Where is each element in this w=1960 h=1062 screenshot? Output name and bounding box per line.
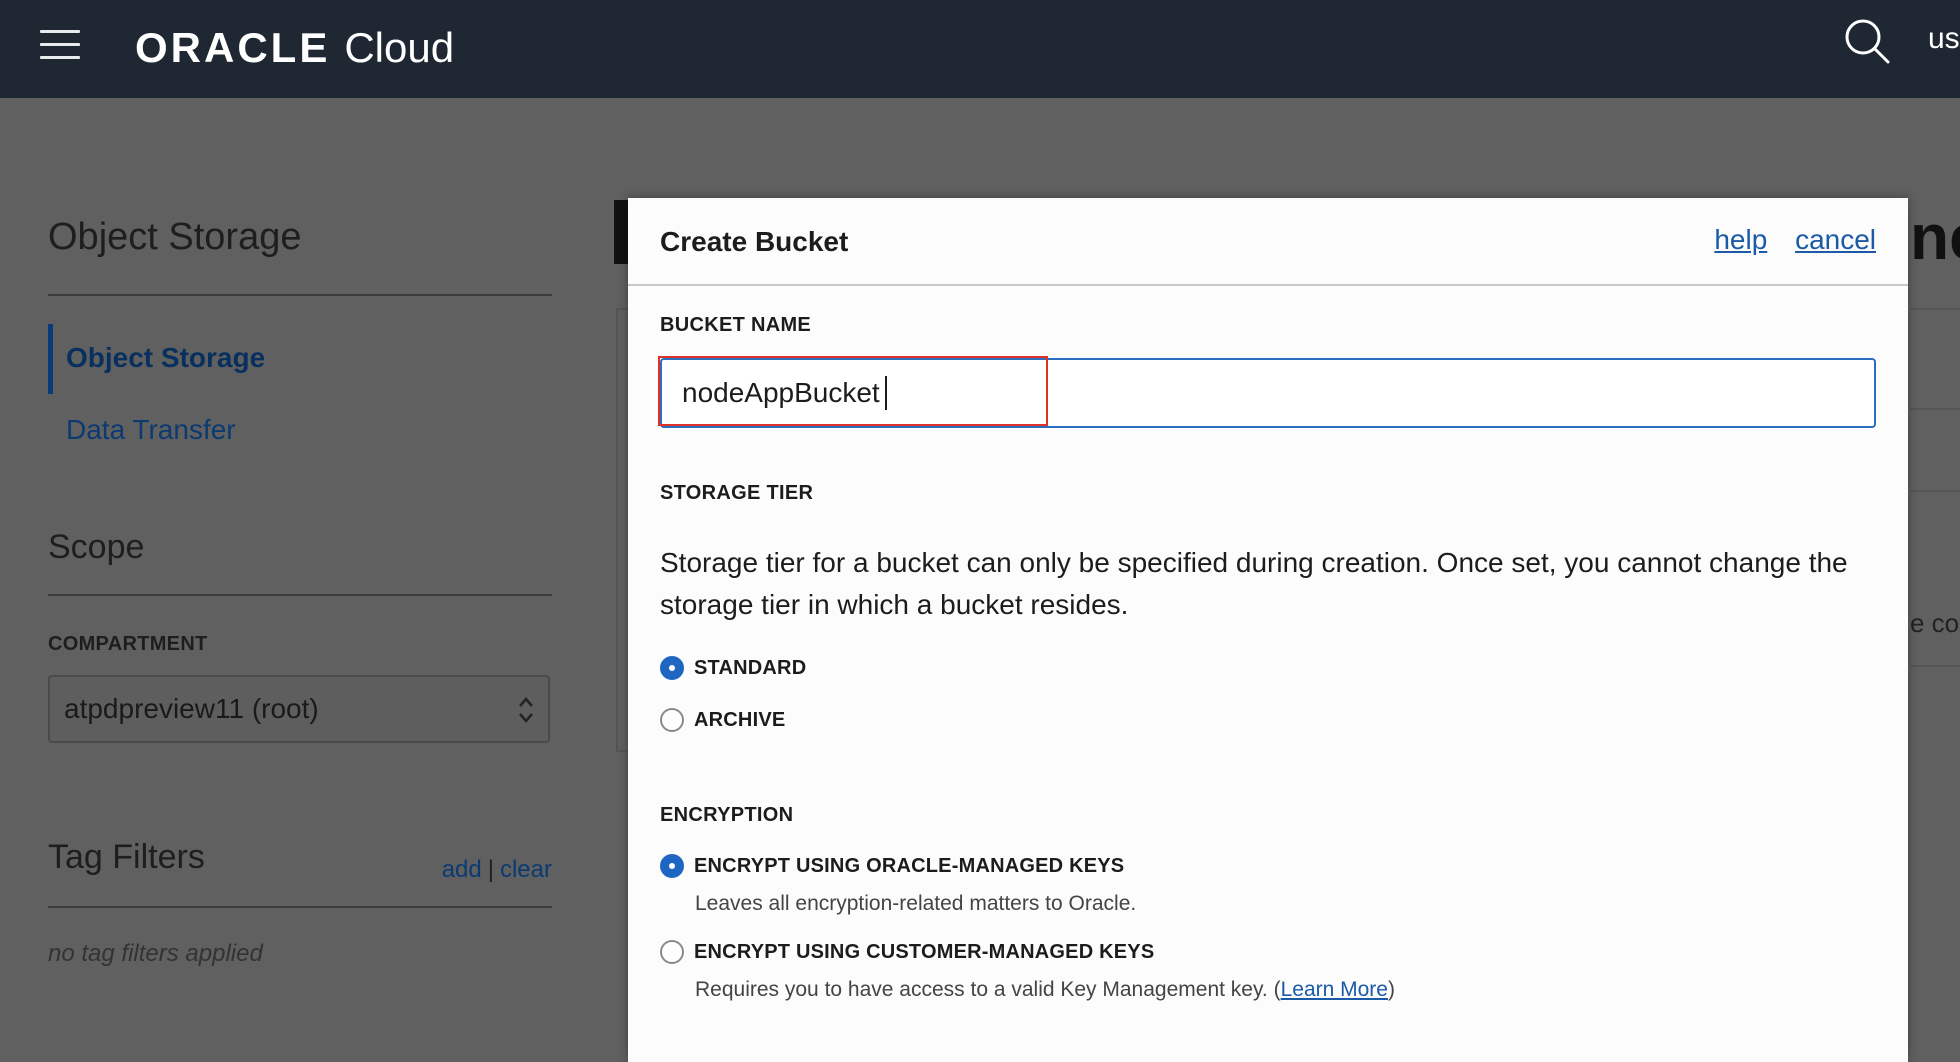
hamburger-menu-icon[interactable] xyxy=(40,30,80,60)
learn-more-link[interactable]: Learn More xyxy=(1281,978,1388,1001)
compartment-value: atpdpreview11 (root) xyxy=(64,693,319,724)
customer-managed-desc-suffix: ) xyxy=(1387,978,1395,1001)
logo-product: Cloud xyxy=(344,24,455,71)
no-tag-filters-text: no tag filters applied xyxy=(48,940,263,967)
background-title-fragment-right: ne xyxy=(1910,201,1960,273)
background-divider xyxy=(1910,665,1960,667)
radio-label: ARCHIVE xyxy=(694,708,786,731)
customer-managed-description: Requires you to have access to a valid K… xyxy=(695,978,1395,1002)
oracle-cloud-logo[interactable]: ORACLE Cloud xyxy=(135,18,454,78)
tag-link-separator: | xyxy=(487,856,494,883)
encryption-label: ENCRYPTION xyxy=(660,804,794,826)
user-menu[interactable]: us xyxy=(1928,22,1960,56)
create-bucket-dialog: Create Bucket help cancel BUCKET NAME ST… xyxy=(628,198,1908,1062)
compartment-label: COMPARTMENT xyxy=(48,633,208,655)
encryption-oracle-managed-option[interactable]: ENCRYPT USING ORACLE-MANAGED KEYS xyxy=(660,854,1124,878)
tag-filters-title: Tag Filters xyxy=(48,838,205,876)
radio-unchecked-icon[interactable] xyxy=(660,708,684,732)
nav-active-indicator xyxy=(48,324,53,394)
radio-checked-icon[interactable] xyxy=(660,854,684,878)
tag-clear-link[interactable]: clear xyxy=(500,856,552,883)
dialog-title: Create Bucket xyxy=(660,226,849,257)
bucket-name-input[interactable] xyxy=(660,358,1876,428)
dialog-header: Create Bucket help cancel xyxy=(628,198,1908,286)
background-divider xyxy=(1910,308,1960,310)
search-icon[interactable] xyxy=(1842,16,1892,66)
tag-filter-links: add | clear xyxy=(442,856,552,884)
sidebar-title: Object Storage xyxy=(48,216,302,258)
storage-tier-standard-option[interactable]: STANDARD xyxy=(660,656,806,680)
radio-label: ENCRYPT USING CUSTOMER-MANAGED KEYS xyxy=(694,940,1155,963)
sidebar-divider xyxy=(48,294,552,296)
compartment-select[interactable]: atpdpreview11 (root) xyxy=(48,675,550,743)
tag-filters-divider xyxy=(48,906,552,908)
background-divider xyxy=(1910,490,1960,492)
radio-checked-icon[interactable] xyxy=(660,656,684,680)
sidebar-item-data-transfer[interactable]: Data Transfer xyxy=(66,414,236,446)
storage-tier-help-text: Storage tier for a bucket can only be sp… xyxy=(660,547,1848,620)
scope-divider xyxy=(48,594,552,596)
encryption-customer-managed-option[interactable]: ENCRYPT USING CUSTOMER-MANAGED KEYS xyxy=(660,940,1154,964)
tag-add-link[interactable]: add xyxy=(442,856,482,883)
background-text-fragment: e co xyxy=(1910,608,1960,638)
sidebar: Object Storage Object Storage Data Trans… xyxy=(48,98,552,1062)
background-card xyxy=(616,308,628,752)
radio-label: ENCRYPT USING ORACLE-MANAGED KEYS xyxy=(694,854,1125,877)
radio-unchecked-icon[interactable] xyxy=(660,940,684,964)
dialog-header-links: help cancel xyxy=(1694,224,1876,256)
storage-tier-archive-option[interactable]: ARCHIVE xyxy=(660,708,785,732)
cancel-link[interactable]: cancel xyxy=(1795,224,1876,255)
top-bar: ORACLE Cloud us xyxy=(0,0,1960,98)
oracle-managed-description: Leaves all encryption-related matters to… xyxy=(695,892,1137,915)
help-link[interactable]: help xyxy=(1714,224,1767,255)
sidebar-item-object-storage[interactable]: Object Storage xyxy=(66,342,265,374)
scope-title: Scope xyxy=(48,528,145,566)
up-down-chevron-icon xyxy=(519,697,533,723)
background-divider xyxy=(1910,408,1960,410)
customer-managed-desc-prefix: Requires you to have access to a valid K… xyxy=(695,978,1281,1001)
bucket-name-label: BUCKET NAME xyxy=(660,314,812,336)
radio-label: STANDARD xyxy=(694,656,807,679)
logo-brand: ORACLE xyxy=(135,24,331,71)
storage-tier-label: STORAGE TIER xyxy=(660,482,814,504)
